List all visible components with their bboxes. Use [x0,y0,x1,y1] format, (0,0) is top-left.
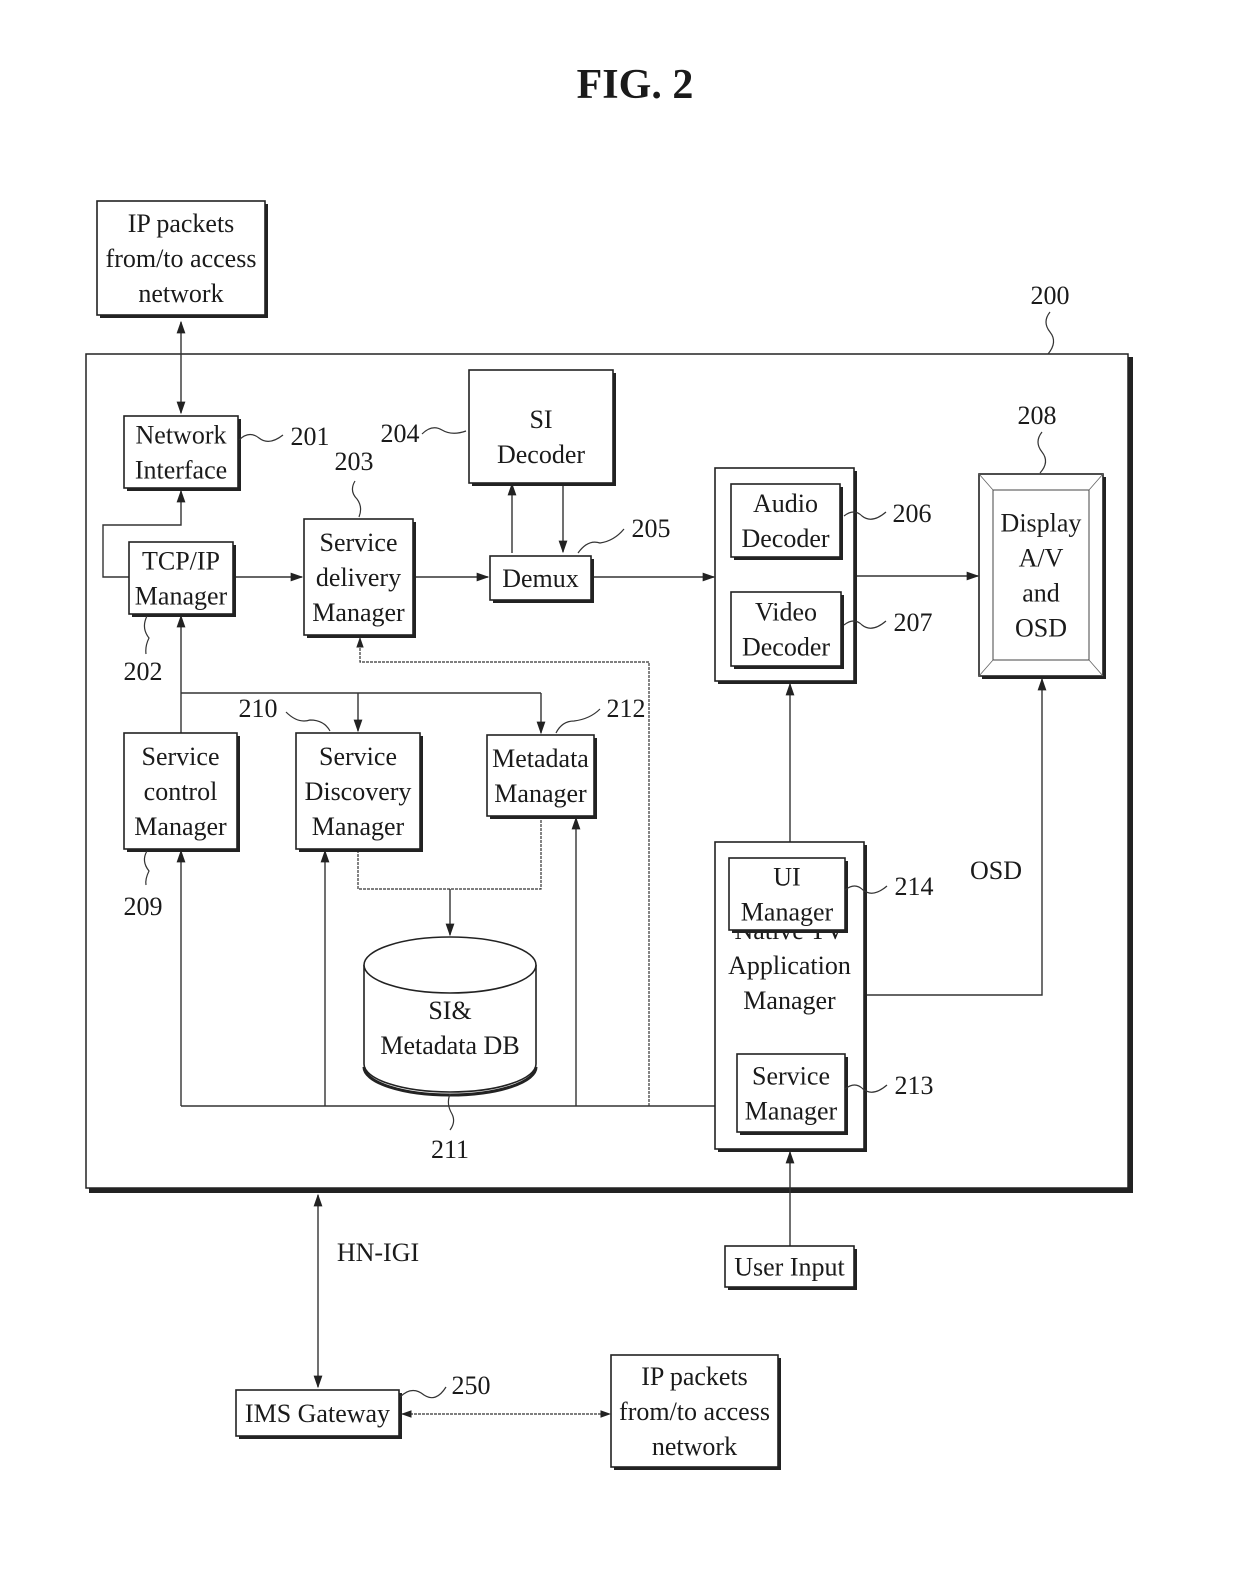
block-service-delivery-label-line: Manager [312,598,405,627]
block-ip-top-label-line: IP packets [128,209,235,238]
block-user-input-label-line: User Input [734,1253,845,1282]
leader-250 [399,1386,447,1399]
block-metadata-manager: Metadata Manager [486,734,597,819]
ref-201: 201 [291,422,330,451]
block-ip-top-label-line: from/to access [106,244,257,273]
block-si-decoder: SI Decoder [468,369,616,486]
block-display: Display A/V and OSD [978,473,1106,679]
block-si-metadata-db: SI&Metadata DB [362,936,538,1097]
block-service-control: Service control Manager [123,732,240,852]
system-ref-leader [1045,311,1055,355]
block-ip-bottom-label-line: IP packets [641,1362,748,1391]
system-ref-label: 200 [1031,281,1070,310]
block-service-delivery: Service delivery Manager [303,518,416,638]
block-service-discovery-label-line: Discovery [305,777,412,806]
block-network-interface-label-line: Network [136,421,227,450]
ref-208: 208 [1018,401,1057,430]
block-si-metadata-db-label-line: Metadata DB [380,1031,519,1060]
block-service-discovery-label-line: Manager [312,812,405,841]
block-audio-decoder-label-line: Decoder [741,524,829,553]
block-display-label-line: and [1022,579,1060,608]
block-ip-top: IP packets from/to access network [96,200,268,318]
block-ui-manager-label-line: UI [773,863,800,892]
ref-211: 211 [431,1135,469,1164]
ref-209: 209 [124,892,163,921]
block-video-decoder: Video Decoder [730,591,844,669]
block-tcpip-manager: TCP/IP Manager [128,541,236,617]
db-top [363,936,537,994]
block-service-control-label-line: Manager [134,812,227,841]
ref-214: 214 [895,872,934,901]
block-service-discovery-label-line: Service [319,742,397,771]
ref-207: 207 [894,608,933,637]
block-display-label-line: A/V [1019,544,1064,573]
figure-title: FIG. 2 [577,62,694,108]
block-ui-manager: UI Manager [728,857,848,933]
ref-205: 205 [632,514,671,543]
block-display-label-line: Display [1001,509,1082,538]
block-display-label-line: OSD [1015,614,1067,643]
block-service-control-label-line: control [144,777,218,806]
block-network-interface-label-line: Interface [135,456,227,485]
block-ip-top-label-line: network [138,279,223,308]
block-video-decoder-label-line: Video [755,598,817,627]
block-service-delivery-label-line: delivery [316,563,401,592]
block-si-decoder-label-line: SI [529,405,552,434]
block-demux-label-line: Demux [502,564,579,593]
block-native-tv-app-label-line: Application [728,951,851,980]
ref-203: 203 [335,447,374,476]
block-user-input: User Input [724,1245,857,1290]
diagram-canvas: FIG. 2 200 OSD HN-IGI IP packetsfrom/to … [85,62,1133,1470]
block-service-discovery: Service Discovery Manager [295,732,423,852]
block-ims-gateway-label-line: IMS Gateway [245,1399,390,1428]
block-service-manager: Service Manager [736,1053,848,1135]
ref-206: 206 [893,499,932,528]
ref-202: 202 [124,657,163,686]
block-ip-bottom: IP packets from/to access network [610,1354,781,1470]
block-tcpip-manager-label-line: TCP/IP [142,547,220,576]
block-ims-gateway: IMS Gateway [235,1389,402,1439]
osd-edge-label: OSD [970,856,1022,885]
ref-204: 204 [381,419,420,448]
block-si-decoder-label-line: Decoder [497,440,585,469]
hn-igi-edge-label: HN-IGI [337,1238,419,1267]
block-si-metadata-db-label-line: SI& [428,996,471,1025]
block-metadata-manager-label-line: Metadata [492,744,589,773]
block-service-control-label-line: Service [142,742,220,771]
block-ui-manager-label-line: Manager [741,898,834,927]
ref-250: 250 [452,1371,491,1400]
block-service-delivery-label-line: Service [320,528,398,557]
block-ip-bottom-label-line: from/to access [619,1397,770,1426]
block-audio-decoder-label-line: Audio [753,489,818,518]
block-native-tv-app-label-line: Manager [743,986,836,1015]
ref-210: 210 [239,694,278,723]
block-service-manager-label-line: Manager [745,1097,838,1126]
block-demux: Demux [489,555,594,603]
block-service-manager-label-line: Service [752,1062,830,1091]
ref-212: 212 [607,694,646,723]
block-audio-decoder: Audio Decoder [730,483,843,560]
ref-213: 213 [895,1071,934,1100]
block-video-decoder-label-line: Decoder [742,633,830,662]
block-frame [978,473,1104,677]
block-ip-bottom-label-line: network [652,1432,737,1461]
block-network-interface: Network Interface [123,415,241,491]
block-metadata-manager-label-line: Manager [494,779,587,808]
block-tcpip-manager-label-line: Manager [135,582,228,611]
